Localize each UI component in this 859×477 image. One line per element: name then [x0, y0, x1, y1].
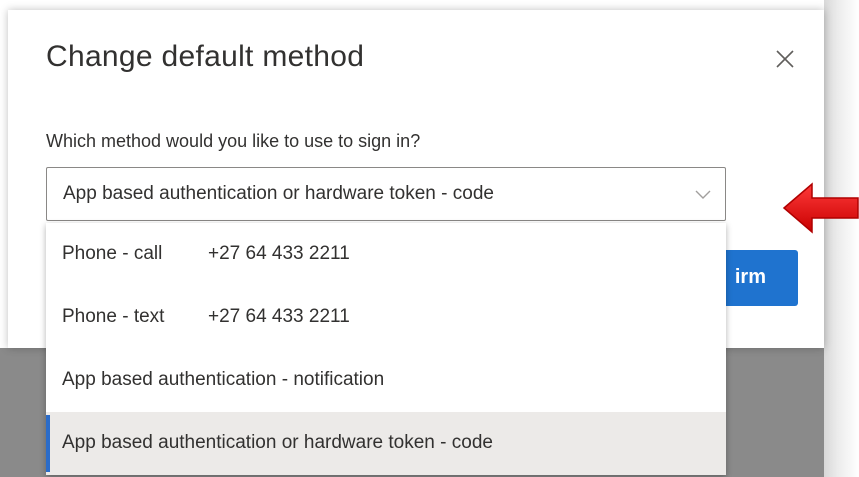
option-label: App based authentication or hardware tok… [62, 432, 493, 453]
confirm-button-label: irm [734, 266, 766, 288]
option-app-hardware-token-code[interactable]: App based authentication or hardware tok… [46, 412, 726, 475]
sign-in-method-label: Which method would you like to use to si… [46, 131, 421, 151]
option-app-notification[interactable]: App based authentication - notification [46, 349, 726, 412]
close-icon [775, 49, 795, 74]
dialog-title: Change default method [46, 40, 365, 73]
sign-in-method-dropdown: Phone - call +27 64 433 2211 Phone - tex… [46, 223, 726, 475]
option-label: Phone - text [62, 306, 165, 327]
option-phone-number: +27 64 433 2211 [208, 306, 350, 327]
modal-overlay-edge [824, 0, 859, 477]
red-left-arrow-icon [782, 180, 859, 236]
option-phone-text[interactable]: Phone - text +27 64 433 2211 [46, 286, 726, 349]
sign-in-method-select[interactable]: App based authentication or hardware tok… [46, 167, 726, 221]
option-phone-number: +27 64 433 2211 [208, 243, 350, 264]
close-button[interactable] [768, 44, 802, 78]
chevron-down-icon [695, 187, 711, 199]
option-phone-call[interactable]: Phone - call +27 64 433 2211 [46, 223, 726, 286]
option-label: Phone - call [62, 243, 163, 264]
option-label: App based authentication - notification [62, 369, 385, 390]
select-current-value: App based authentication or hardware tok… [63, 183, 494, 204]
